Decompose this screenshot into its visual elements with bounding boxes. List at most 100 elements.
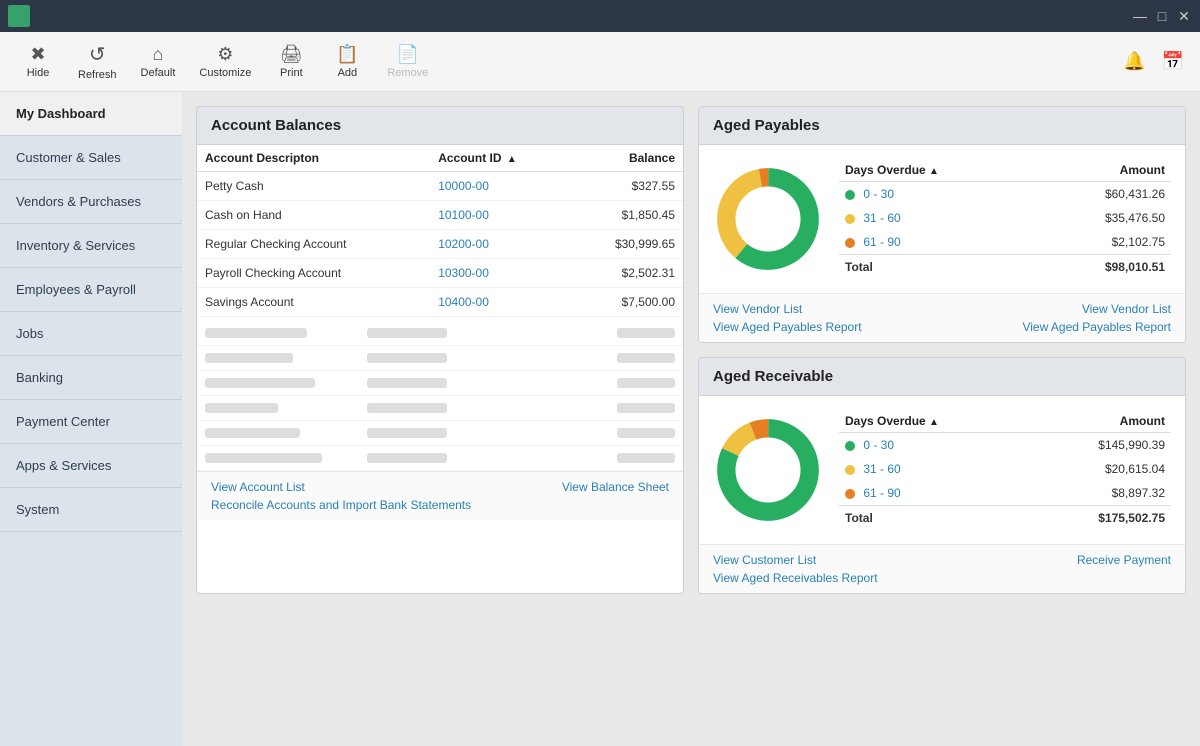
aged-receivable-col-amount: Amount (1029, 410, 1171, 433)
close-button[interactable]: ✕ (1176, 8, 1192, 24)
content-area: Account Balances Account Descripton Acco… (182, 92, 1200, 746)
view-aged-payables-report-link-right[interactable]: View Aged Payables Report (1022, 320, 1171, 334)
view-account-list-link[interactable]: View Account List (211, 480, 305, 494)
skeleton-row (197, 421, 683, 446)
receive-payment-link[interactable]: Receive Payment (1077, 553, 1171, 567)
status-dot (845, 190, 855, 200)
table-row: 61 - 90 $8,897.32 (839, 481, 1171, 506)
total-row: Total $175,502.75 (839, 506, 1171, 531)
days-range-link[interactable]: 61 - 90 (863, 486, 900, 500)
table-row: 0 - 30 $60,431.26 (839, 182, 1171, 207)
table-row: Petty Cash 10000-00 $327.55 (197, 172, 683, 201)
account-balances-footer: View Account List View Balance Sheet Rec… (197, 471, 683, 520)
remove-icon: 📄 (397, 44, 419, 65)
main-area: My Dashboard Customer & Sales Vendors & … (0, 92, 1200, 746)
table-row: Regular Checking Account 10200-00 $30,99… (197, 230, 683, 259)
sidebar: My Dashboard Customer & Sales Vendors & … (0, 92, 182, 746)
sidebar-item-employees-payroll[interactable]: Employees & Payroll (0, 268, 182, 312)
skeleton-row (197, 446, 683, 471)
aged-receivable-chart (713, 415, 823, 525)
refresh-button[interactable]: ↺ Refresh (68, 38, 127, 85)
sidebar-item-my-dashboard[interactable]: My Dashboard (0, 92, 182, 136)
app-container: ✖ Hide ↺ Refresh ⌂ Default ⚙ Customize 🖨… (0, 32, 1200, 746)
days-range: 31 - 60 (839, 457, 1029, 481)
view-vendor-list-link-right[interactable]: View Vendor List (1022, 302, 1171, 316)
days-range: 61 - 90 (839, 481, 1029, 506)
days-range-link[interactable]: 61 - 90 (863, 235, 900, 249)
reconcile-accounts-link[interactable]: Reconcile Accounts and Import Bank State… (211, 498, 471, 512)
col-description: Account Descripton (197, 145, 430, 172)
account-balance: $30,999.65 (570, 230, 683, 259)
hide-icon: ✖ (30, 44, 45, 65)
days-range-link[interactable]: 31 - 60 (863, 211, 900, 225)
calendar-icon[interactable]: 📅 (1158, 47, 1188, 76)
minimize-button[interactable]: — (1132, 8, 1148, 24)
total-label: Total (839, 255, 1037, 280)
window-controls[interactable]: — □ ✕ (1132, 8, 1192, 24)
aged-payables-content: Days Overdue ▲ Amount 0 - 30 $60,431.26 (699, 145, 1185, 293)
table-row: 0 - 30 $145,990.39 (839, 433, 1171, 458)
table-row: Savings Account 10400-00 $7,500.00 (197, 288, 683, 317)
view-customer-list-link[interactable]: View Customer List (713, 553, 878, 567)
status-dot (845, 214, 855, 224)
account-description: Petty Cash (197, 172, 430, 201)
table-row: Payroll Checking Account 10300-00 $2,502… (197, 259, 683, 288)
skeleton-table (197, 321, 683, 471)
status-dot (845, 441, 855, 451)
account-id-link[interactable]: 10100-00 (430, 201, 570, 230)
sidebar-item-inventory-services[interactable]: Inventory & Services (0, 224, 182, 268)
total-amount: $175,502.75 (1029, 506, 1171, 531)
aged-receivable-col-days: Days Overdue ▲ (839, 410, 1029, 433)
account-balances-card: Account Balances Account Descripton Acco… (196, 106, 684, 594)
notification-icon[interactable]: 🔔 (1119, 47, 1149, 76)
print-button[interactable]: 🖨 Print (265, 40, 317, 83)
days-range: 31 - 60 (839, 206, 1037, 230)
aged-payables-col-days: Days Overdue ▲ (839, 159, 1037, 182)
table-row: 31 - 60 $20,615.04 (839, 457, 1171, 481)
toolbar: ✖ Hide ↺ Refresh ⌂ Default ⚙ Customize 🖨… (0, 32, 1200, 92)
add-icon: 📋 (336, 44, 358, 65)
sidebar-item-customer-sales[interactable]: Customer & Sales (0, 136, 182, 180)
account-description: Savings Account (197, 288, 430, 317)
days-range: 0 - 30 (839, 433, 1029, 458)
account-id-link[interactable]: 10400-00 (430, 288, 570, 317)
days-range-link[interactable]: 0 - 30 (863, 438, 894, 452)
aged-payables-footer: View Vendor List View Aged Payables Repo… (699, 293, 1185, 342)
view-aged-payables-report-link-left[interactable]: View Aged Payables Report (713, 320, 862, 334)
view-vendor-list-link-left[interactable]: View Vendor List (713, 302, 862, 316)
status-dot (845, 489, 855, 499)
sidebar-item-apps-services[interactable]: Apps & Services (0, 444, 182, 488)
amount: $35,476.50 (1037, 206, 1171, 230)
app-logo (8, 5, 30, 27)
sort-arrow: ▲ (507, 154, 517, 165)
account-description: Regular Checking Account (197, 230, 430, 259)
days-range-link[interactable]: 31 - 60 (863, 462, 900, 476)
remove-button[interactable]: 📄 Remove (377, 40, 438, 83)
aged-payables-card: Aged Payables (698, 106, 1186, 343)
sidebar-item-vendors-purchases[interactable]: Vendors & Purchases (0, 180, 182, 224)
aged-payables-col-amount: Amount (1037, 159, 1171, 182)
total-amount: $98,010.51 (1037, 255, 1171, 280)
add-button[interactable]: 📋 Add (321, 40, 373, 83)
table-row: 31 - 60 $35,476.50 (839, 206, 1171, 230)
account-id-link[interactable]: 10000-00 (430, 172, 570, 201)
account-id-link[interactable]: 10300-00 (430, 259, 570, 288)
days-range-link[interactable]: 0 - 30 (863, 187, 894, 201)
default-button[interactable]: ⌂ Default (131, 40, 186, 83)
sidebar-item-jobs[interactable]: Jobs (0, 312, 182, 356)
sidebar-item-banking[interactable]: Banking (0, 356, 182, 400)
table-row: 61 - 90 $2,102.75 (839, 230, 1171, 255)
col-account-id[interactable]: Account ID ▲ (430, 145, 570, 172)
maximize-button[interactable]: □ (1154, 8, 1170, 24)
customize-button[interactable]: ⚙ Customize (189, 40, 261, 83)
print-icon: 🖨 (280, 44, 303, 65)
aged-receivable-footer: View Customer List View Aged Receivables… (699, 544, 1185, 593)
view-aged-receivables-report-link[interactable]: View Aged Receivables Report (713, 571, 878, 585)
sidebar-item-payment-center[interactable]: Payment Center (0, 400, 182, 444)
hide-button[interactable]: ✖ Hide (12, 40, 64, 83)
amount: $60,431.26 (1037, 182, 1171, 207)
account-id-link[interactable]: 10200-00 (430, 230, 570, 259)
view-balance-sheet-link[interactable]: View Balance Sheet (562, 480, 669, 494)
status-dot (845, 465, 855, 475)
sidebar-item-system[interactable]: System (0, 488, 182, 532)
